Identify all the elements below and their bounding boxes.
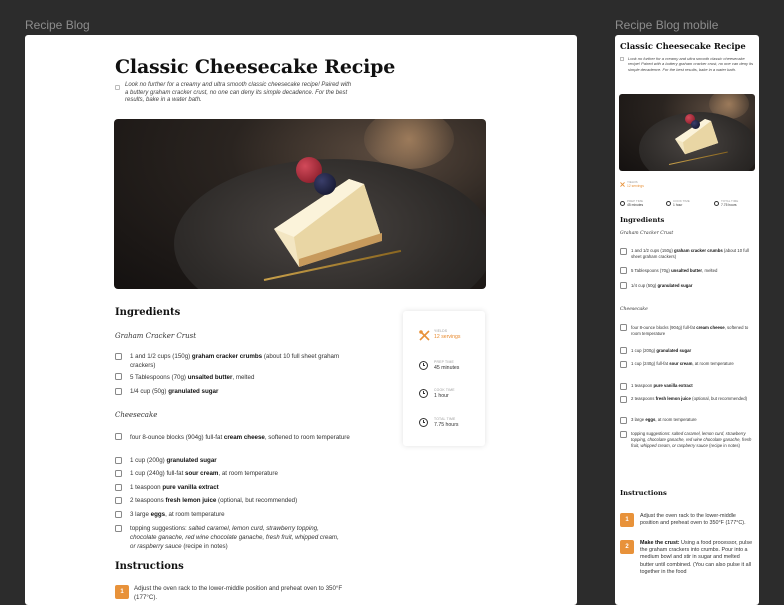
prep-time-mobile: PREP TIME 45 minutes [627, 199, 644, 207]
utensils-icon [419, 330, 430, 341]
yields-mobile: YIELDS 12 servings [627, 180, 644, 188]
ingredient-checkbox[interactable] [115, 388, 122, 395]
ingredient-checkbox[interactable] [620, 324, 627, 331]
ingredient-item: 3 large eggs, at room temperature [130, 511, 225, 518]
clock-icon [714, 201, 719, 206]
ingredient-checkbox[interactable] [620, 361, 627, 368]
clock-icon [419, 418, 428, 427]
ingredient-item: 1 cup (200g) granulated sugar [130, 457, 217, 464]
yields-label: YIELDS [434, 329, 448, 333]
instructions-heading-mobile: Instructions [620, 489, 667, 497]
ingredient-item: 1/4 cup (50g) granulated sugar [130, 388, 219, 395]
mobile-frame: Classic Cheesecake Recipe Look no furthe… [615, 35, 759, 605]
cook-time-value: 1 hour [434, 393, 449, 399]
ingredient-checkbox[interactable] [620, 347, 627, 354]
recipe-intro: Look no further for a creamy and ultra s… [125, 82, 352, 103]
ingredient-item: 1 teaspoon pure vanilla extract [631, 383, 693, 388]
ingredient-checkbox[interactable] [115, 433, 122, 440]
ingredient-checkbox[interactable] [115, 484, 122, 491]
ingredient-item: 1 cup (200g) granulated sugar [631, 348, 692, 353]
mobile-frame-label: Recipe Blog mobile [615, 18, 719, 32]
utensils-icon [620, 182, 625, 187]
ingredient-item: 5 Tablespoons (70g) unsalted butter, mel… [130, 374, 255, 381]
clock-icon [666, 201, 671, 206]
recipe-title-mobile: Classic Cheesecake Recipe [620, 41, 746, 51]
ingredient-checkbox[interactable] [115, 373, 122, 380]
ingredient-item: 1 cup (240g) full-fat sour cream, at roo… [130, 470, 278, 477]
cook-time-label: COOK TIME [434, 388, 455, 392]
ingredient-item: 3 large eggs, at room temperature [631, 417, 697, 422]
ingredient-item: 1/4 cup (50g) granulated sugar [631, 283, 693, 288]
ingredient-item: 2 teaspoons fresh lemon juice (optional,… [631, 396, 748, 401]
desktop-frame-label: Recipe Blog [25, 18, 90, 32]
hero-image-mobile [619, 94, 755, 171]
total-time-label: TOTAL TIME [434, 417, 456, 421]
ingredient-checkbox[interactable] [620, 282, 627, 289]
instructions-heading: Instructions [115, 561, 184, 572]
ingredient-item: 2 teaspoons fresh lemon juice (optional,… [130, 497, 298, 504]
ingredient-checkbox[interactable] [620, 383, 627, 390]
ingredient-item: topping suggestions: salted caramel, lem… [130, 525, 339, 550]
total-time-value: 7.75 hours [434, 422, 459, 428]
step-number: 1 [620, 513, 634, 527]
ingredient-checkbox[interactable] [620, 431, 627, 438]
step-number: 2 [620, 540, 634, 554]
crust-heading-mobile: Graham Cracker Crust [620, 231, 674, 236]
desktop-frame: Classic Cheesecake Recipe Look no furthe… [25, 35, 577, 605]
ingredient-checkbox[interactable] [620, 248, 627, 255]
ingredient-item: 1 and 1/2 cups (150g) graham cracker cru… [631, 248, 749, 260]
ingredient-item: four 8-ounce blocks (904g) full-fat crea… [130, 434, 350, 441]
step-number: 1 [115, 585, 129, 599]
ingredient-checkbox[interactable] [115, 470, 122, 477]
ingredient-item: topping suggestions: salted caramel, lem… [631, 431, 752, 449]
ingredient-checkbox[interactable] [620, 267, 627, 274]
cheesecake-heading-mobile: Cheesecake [620, 307, 648, 312]
clock-icon [620, 201, 625, 206]
ingredient-checkbox[interactable] [115, 457, 122, 464]
ingredients-heading: Ingredients [115, 307, 181, 318]
prep-time-value: 45 minutes [434, 365, 460, 371]
ingredient-checkbox[interactable] [115, 353, 122, 360]
ingredient-checkbox[interactable] [115, 525, 122, 532]
cook-time-mobile: COOK TIME 1 hour [673, 199, 690, 207]
ingredient-item: 1 and 1/2 cups (150g) graham cracker cru… [130, 353, 340, 369]
yields-value: 12 servings [434, 334, 461, 340]
quote-icon [620, 57, 624, 61]
ingredient-checkbox[interactable] [620, 417, 627, 424]
crust-heading: Graham Cracker Crust [115, 332, 197, 340]
instruction-step: Adjust the oven rack to the lower-middle… [134, 585, 343, 601]
ingredient-item: 5 Tablespoons (70g) unsalted butter, mel… [631, 268, 718, 273]
clock-icon [419, 389, 428, 398]
ingredient-item: 1 cup (240g) full-fat sour cream, at roo… [631, 361, 734, 366]
recipe-title: Classic Cheesecake Recipe [115, 56, 396, 78]
instruction-step: Make the crust: Using a food processor, … [640, 540, 753, 575]
recipe-stats-card: YIELDS 12 servings PREP TIME 45 minutes … [403, 311, 485, 446]
hero-image [114, 119, 486, 289]
ingredient-checkbox[interactable] [115, 497, 122, 504]
total-time-mobile: TOTAL TIME 7.75 hours [721, 199, 739, 207]
ingredients-heading-mobile: Ingredients [620, 216, 665, 224]
prep-time-label: PREP TIME [434, 360, 454, 364]
ingredient-item: four 8-ounce blocks (904g) full-fat crea… [631, 325, 749, 337]
cheesecake-heading: Cheesecake [115, 411, 158, 419]
ingredient-item: 1 teaspoon pure vanilla extract [130, 484, 219, 491]
recipe-intro-mobile: Look no further for a creamy and ultra s… [628, 56, 754, 72]
ingredient-checkbox[interactable] [620, 396, 627, 403]
quote-icon [115, 85, 120, 90]
clock-icon [419, 361, 428, 370]
instruction-step: Adjust the oven rack to the lower-middle… [640, 513, 746, 527]
ingredient-checkbox[interactable] [115, 511, 122, 518]
